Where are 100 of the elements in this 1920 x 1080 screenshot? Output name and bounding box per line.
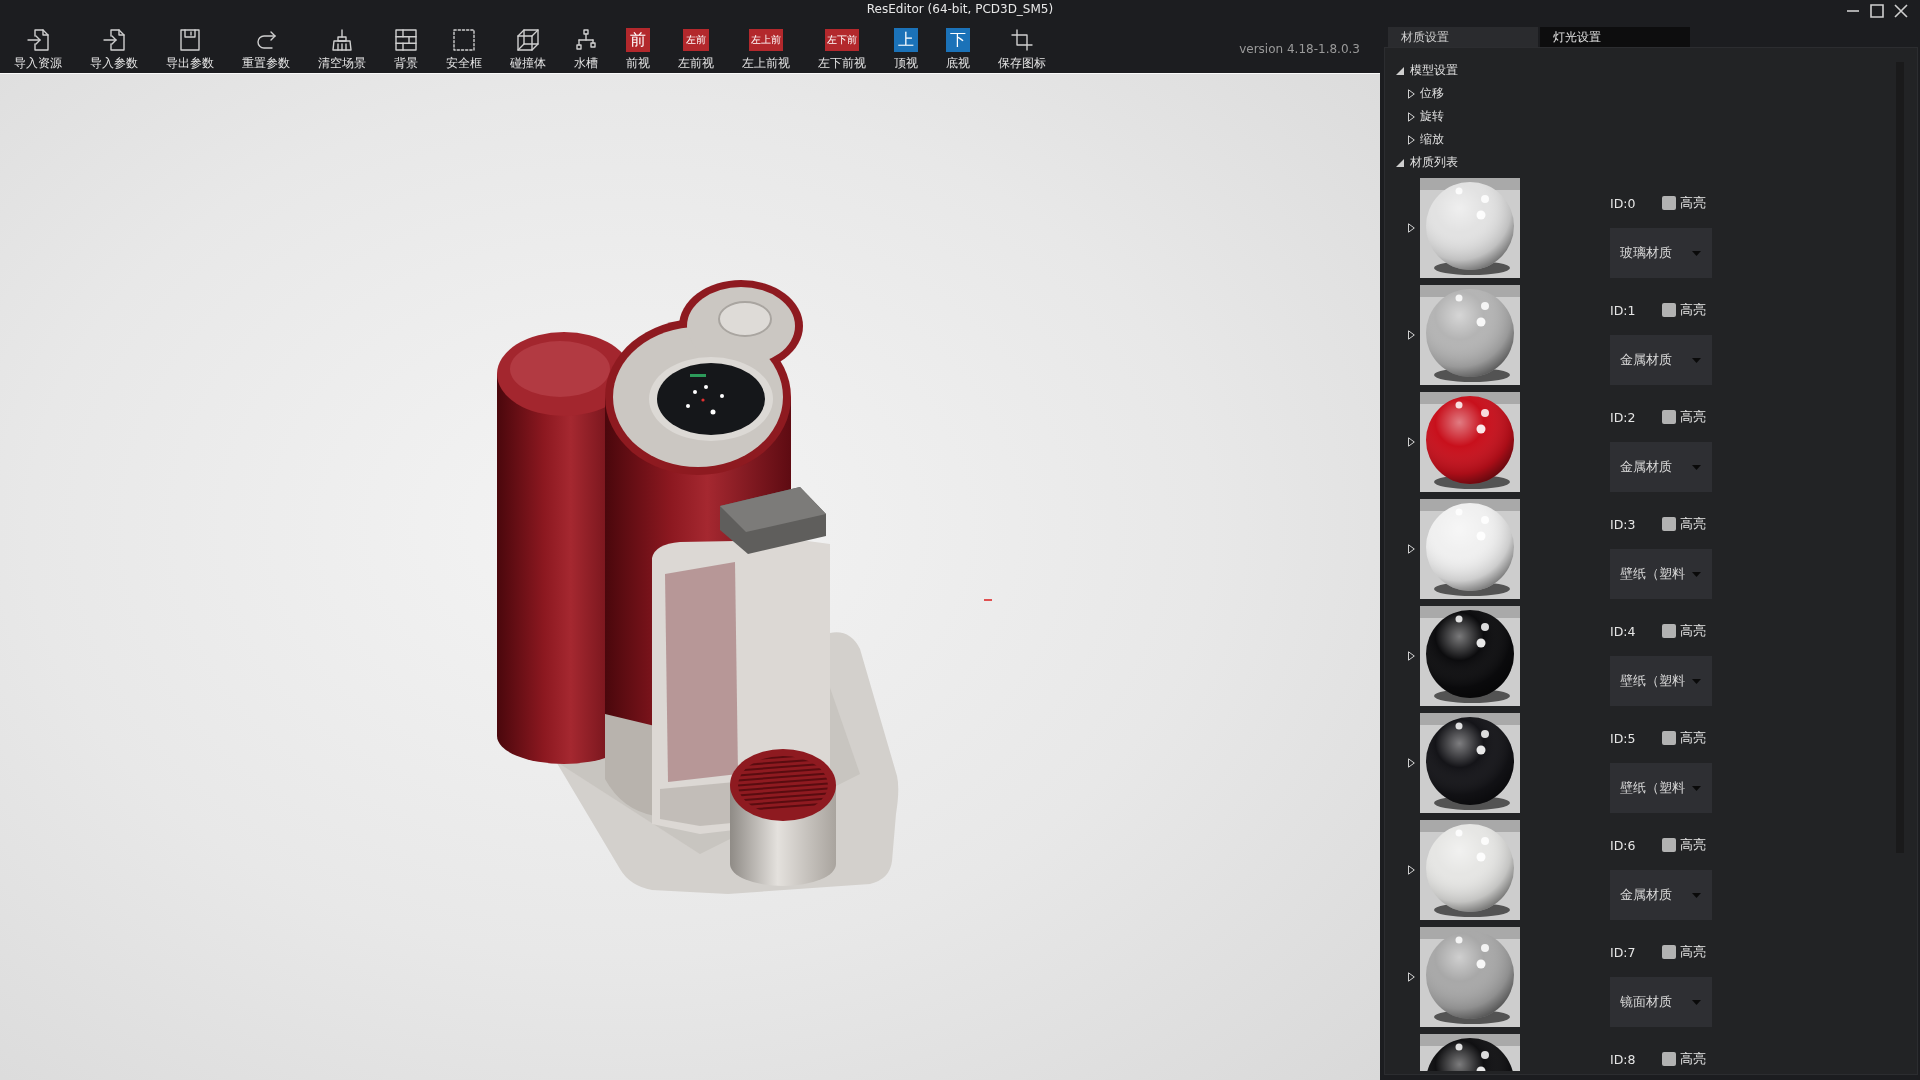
view-badge: 上 <box>894 28 918 52</box>
file-import-icon <box>102 28 126 52</box>
toolbar-button[interactable]: 清空场景 <box>304 20 380 73</box>
checkbox[interactable] <box>1662 945 1676 959</box>
checkbox[interactable] <box>1662 196 1676 210</box>
tree-item[interactable]: 材质列表 <box>1385 151 1462 174</box>
caret-right-icon[interactable] <box>1408 223 1415 233</box>
checkbox[interactable] <box>1662 624 1676 638</box>
close-icon <box>1894 4 1908 18</box>
panel-tab[interactable]: 材质设置 <box>1388 27 1538 47</box>
checkbox-label: 高亮 <box>1680 1050 1706 1068</box>
toolbar-button[interactable]: 保存图标 <box>984 20 1060 73</box>
material-id: ID:3 <box>1610 516 1637 532</box>
minimize-icon <box>1847 10 1859 12</box>
dashed-square-icon <box>452 28 476 52</box>
view-button[interactable]: 左上前 左上前视 <box>728 20 804 73</box>
tree-item[interactable]: 缩放 <box>1385 128 1448 151</box>
view-badge: 左前 <box>683 29 709 51</box>
material-id: ID:4 <box>1610 623 1637 639</box>
sphere-preview-icon <box>1420 285 1520 385</box>
sphere-preview-icon <box>1420 178 1520 278</box>
checkbox-label: 高亮 <box>1680 408 1706 426</box>
checkbox[interactable] <box>1662 303 1676 317</box>
view-button[interactable]: 上 顶视 <box>880 20 932 73</box>
panel-tab[interactable]: 灯光设置 <box>1540 27 1690 47</box>
checkbox[interactable] <box>1662 1052 1676 1066</box>
dash-marker-icon <box>984 599 992 601</box>
caret-down-icon <box>1692 892 1701 898</box>
version-label: version 4.18-1.8.0.3 <box>1239 42 1360 58</box>
toolbar-button[interactable]: 导入参数 <box>76 20 152 73</box>
maximize-button[interactable] <box>1870 4 1884 18</box>
sphere-preview-icon <box>1420 820 1520 920</box>
toolbar-button[interactable]: 重置参数 <box>228 20 304 73</box>
tree-item[interactable]: 模型设置 <box>1385 59 1462 82</box>
sphere-preview-icon <box>1420 1034 1520 1071</box>
checkbox[interactable] <box>1662 838 1676 852</box>
material-id: ID:2 <box>1610 409 1637 425</box>
file-import-icon <box>26 28 50 52</box>
checkbox-label: 高亮 <box>1680 515 1706 533</box>
checkbox-label: 高亮 <box>1680 836 1706 854</box>
material-id: ID:7 <box>1610 944 1637 960</box>
checkbox-label: 高亮 <box>1680 194 1706 212</box>
toolbar-button[interactable]: 导入资源 <box>0 20 76 73</box>
material-dropdown[interactable]: 金属材质 <box>1610 335 1712 385</box>
sphere-preview-icon <box>1420 499 1520 599</box>
caret-down-icon <box>1692 357 1701 363</box>
material-dropdown[interactable]: 壁纸（塑料 <box>1610 656 1712 706</box>
brick-wall-icon <box>394 28 418 52</box>
caret-right-icon[interactable] <box>1408 651 1415 661</box>
view-button[interactable]: 前 前视 <box>612 20 664 73</box>
view-button[interactable]: 左前 左前视 <box>664 20 728 73</box>
tree-item[interactable]: 位移 <box>1385 82 1448 105</box>
render-viewport[interactable] <box>0 73 1380 1080</box>
wireframe-cube-icon <box>516 28 540 52</box>
sphere-preview-icon <box>1420 713 1520 813</box>
toolbar-button[interactable]: 导出参数 <box>152 20 228 73</box>
material-dropdown[interactable]: 壁纸（塑料 <box>1610 763 1712 813</box>
window-title: ResEditor (64-bit, PCD3D_SM5) <box>866 1 1054 17</box>
close-button[interactable] <box>1894 4 1908 18</box>
caret-right-icon[interactable] <box>1408 758 1415 768</box>
sphere-preview-icon <box>1420 927 1520 1027</box>
tree-item[interactable]: 旋转 <box>1385 105 1448 128</box>
caret-down-icon <box>1692 999 1701 1005</box>
material-id: ID:8 <box>1610 1051 1637 1067</box>
toolbar-button[interactable]: 碰撞体 <box>496 20 560 73</box>
material-dropdown[interactable]: 壁纸（塑料 <box>1610 549 1712 599</box>
caret-right-icon[interactable] <box>1408 865 1415 875</box>
node-graph-icon <box>574 28 598 52</box>
checkbox-label: 高亮 <box>1680 622 1706 640</box>
view-badge: 左上前 <box>749 29 783 51</box>
material-dropdown[interactable]: 金属材质 <box>1610 870 1712 920</box>
material-id: ID:6 <box>1610 837 1637 853</box>
view-button[interactable]: 下 底视 <box>932 20 984 73</box>
view-badge: 下 <box>946 28 970 52</box>
caret-down-icon <box>1692 571 1701 577</box>
view-button[interactable]: 左下前 左下前视 <box>804 20 880 73</box>
caret-right-icon[interactable] <box>1408 330 1415 340</box>
material-dropdown[interactable]: 金属材质 <box>1610 442 1712 492</box>
material-dropdown[interactable]: 镜面材质 <box>1610 977 1712 1027</box>
view-badge: 左下前 <box>825 29 859 51</box>
material-id: ID:0 <box>1610 195 1637 211</box>
caret-right-icon[interactable] <box>1408 972 1415 982</box>
checkbox[interactable] <box>1662 410 1676 424</box>
caret-down-icon <box>1692 678 1701 684</box>
material-dropdown[interactable]: 玻璃材质 <box>1610 228 1712 278</box>
crop-icon <box>1010 28 1034 52</box>
checkbox-label: 高亮 <box>1680 301 1706 319</box>
broom-icon <box>330 28 354 52</box>
checkbox[interactable] <box>1662 731 1676 745</box>
toolbar-button[interactable]: 背景 <box>380 20 432 73</box>
toolbar-button[interactable]: 水槽 <box>560 20 612 73</box>
view-badge: 前 <box>626 28 650 52</box>
material-id: ID:1 <box>1610 302 1637 318</box>
caret-right-icon[interactable] <box>1408 544 1415 554</box>
checkbox-label: 高亮 <box>1680 943 1706 961</box>
checkbox[interactable] <box>1662 517 1676 531</box>
caret-down-icon <box>1692 785 1701 791</box>
caret-down-icon <box>1692 250 1701 256</box>
toolbar-button[interactable]: 安全框 <box>432 20 496 73</box>
caret-right-icon[interactable] <box>1408 437 1415 447</box>
